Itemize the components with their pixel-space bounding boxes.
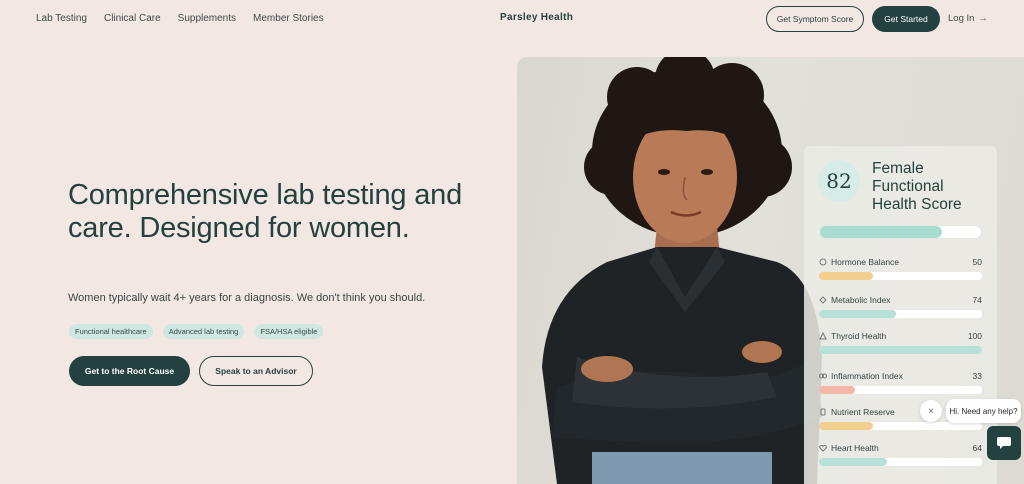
close-icon: ×	[928, 405, 934, 417]
metric-fill	[819, 346, 982, 354]
metric-fill	[819, 422, 873, 430]
metric-fill	[819, 458, 888, 466]
metric-thyroid-health: Thyroid Health 100	[819, 330, 982, 354]
hero-subtitle: Women typically wait 4+ years for a diag…	[68, 292, 426, 304]
metric-metabolic-index: Metabolic Index 74	[819, 294, 982, 318]
nutrient-icon	[820, 408, 826, 416]
chat-launcher-button[interactable]	[987, 426, 1021, 460]
root-cause-button[interactable]: Get to the Root Cause	[69, 356, 190, 386]
metric-fill	[819, 310, 896, 318]
chat-greeting-bubble[interactable]: Hi. Need any help?	[946, 399, 1021, 423]
heart-icon	[819, 444, 827, 452]
health-score-card: 82 Female Functional Health Score Hormon…	[804, 146, 997, 484]
metric-heart-health: Heart Health 64	[819, 442, 982, 466]
metric-bar	[819, 386, 982, 394]
metabolic-icon	[819, 296, 827, 304]
metric-value: 100	[967, 331, 982, 341]
metric-label: Thyroid Health	[831, 331, 887, 341]
metric-bar	[819, 422, 982, 430]
hero-title: Comprehensive lab testing and care. Desi…	[68, 179, 462, 244]
metric-value: 50	[972, 257, 982, 267]
metric-fill	[819, 272, 873, 280]
metric-label: Metabolic Index	[831, 295, 891, 305]
symptom-score-button[interactable]: Get Symptom Score	[766, 6, 864, 32]
get-started-button[interactable]: Get Started	[872, 6, 940, 32]
score-card-title: Female Functional Health Score	[872, 160, 962, 213]
metric-value: 33	[972, 371, 982, 381]
metric-bar	[819, 346, 982, 354]
chat-close-button[interactable]: ×	[920, 400, 942, 422]
metric-label: Inflammation Index	[831, 371, 903, 381]
metric-label: Nutrient Reserve	[831, 407, 895, 417]
feature-tags: Functional healthcare Advanced lab testi…	[69, 324, 324, 339]
nav-link-lab-testing[interactable]: Lab Testing	[36, 13, 87, 24]
speak-advisor-button[interactable]: Speak to an Advisor	[199, 356, 313, 386]
metric-label: Hormone Balance	[831, 257, 900, 267]
metric-hormone-balance: Hormone Balance 50	[819, 256, 982, 280]
brand-logo[interactable]: Parsley Health	[500, 12, 573, 23]
score-badge: 82	[818, 160, 860, 202]
metric-fill	[819, 386, 855, 394]
login-label: Log In	[948, 13, 975, 24]
metric-value: 74	[972, 295, 982, 305]
metric-bar	[819, 310, 982, 318]
login-link[interactable]: Log In →	[948, 13, 988, 24]
nav-links: Lab Testing Clinical Care Supplements Me…	[36, 13, 324, 24]
tag-functional-healthcare: Functional healthcare	[69, 324, 153, 339]
thyroid-icon	[819, 332, 827, 340]
nav-link-clinical-care[interactable]: Clinical Care	[104, 13, 161, 24]
metric-value: 64	[972, 443, 982, 453]
overall-score-fill	[820, 226, 943, 238]
nav-link-supplements[interactable]: Supplements	[178, 13, 236, 24]
chat-icon	[997, 437, 1011, 449]
tag-fsa-hsa-eligible: FSA/HSA eligible	[254, 324, 324, 339]
inflammation-icon	[819, 373, 827, 379]
metric-label: Heart Health	[831, 443, 879, 453]
top-nav: Lab Testing Clinical Care Supplements Me…	[0, 0, 1024, 38]
overall-score-bar	[819, 225, 982, 239]
metric-inflammation-index: Inflammation Index 33	[819, 370, 982, 394]
arrow-right-icon: →	[978, 13, 988, 24]
metric-bar	[819, 458, 982, 466]
hormone-icon	[819, 258, 827, 266]
metric-bar	[819, 272, 982, 280]
tag-advanced-lab-testing: Advanced lab testing	[162, 324, 245, 339]
nav-link-member-stories[interactable]: Member Stories	[253, 13, 324, 24]
